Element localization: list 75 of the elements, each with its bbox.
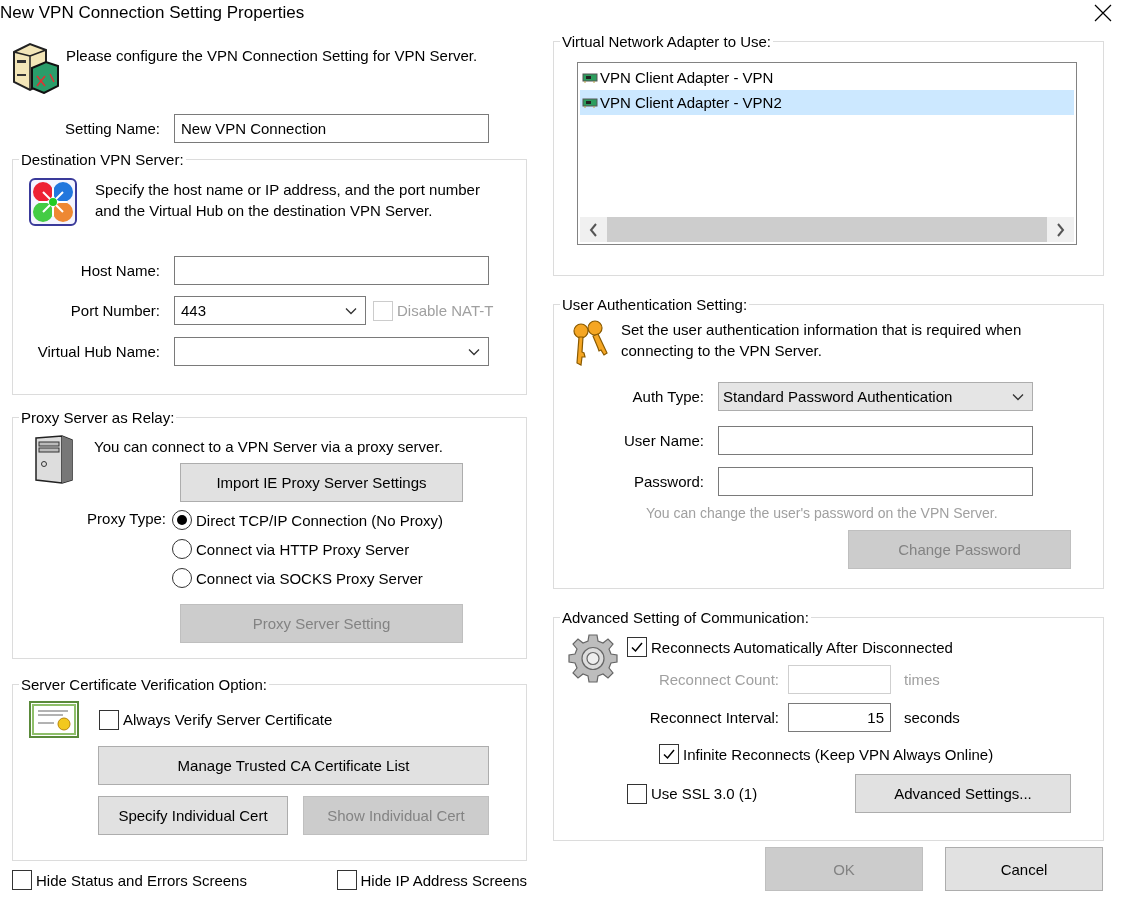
chevron-icon xyxy=(345,306,357,315)
specify-cert-button[interactable]: Specify Individual Cert xyxy=(98,796,288,835)
horizontal-scrollbar[interactable] xyxy=(580,217,1074,242)
field-label: Setting Name: xyxy=(63,120,160,137)
group-title: Proxy Server as Relay: xyxy=(21,409,175,426)
field-label: Proxy Type: xyxy=(86,510,166,527)
checkbox-label: Disable NAT-T xyxy=(397,302,494,319)
field-label: Auth Type: xyxy=(631,388,704,405)
close-icon[interactable] xyxy=(1094,4,1112,22)
checkbox-label: Hide Status and Errors Screens xyxy=(36,871,247,889)
checkbox[interactable] xyxy=(659,744,679,764)
checkbox-label: Infinite Reconnects (Keep VPN Always Online) xyxy=(683,745,994,763)
field-label: User Name: xyxy=(622,432,704,449)
checkbox-label: Always Verify Server Certificate xyxy=(123,711,333,728)
intro-text: Please configure the VPN Connection Setting for VPN Server. xyxy=(66,47,478,64)
unit-label: times xyxy=(904,671,940,688)
list-item[interactable]: VPN Client Adapter - VPN xyxy=(580,65,1074,90)
checkbox[interactable] xyxy=(627,783,647,804)
checkbox-label: Reconnects Automatically After Disconnected xyxy=(651,638,953,656)
field-label: Reconnect Interval: xyxy=(648,709,779,726)
checkmark-icon xyxy=(662,747,676,761)
description-text: Specify the host name or IP address, and the port number and the Virtual Hub on the destination VPN Server. xyxy=(95,180,480,221)
window-title: New VPN Connection Setting Properties xyxy=(0,3,305,23)
gear-icon xyxy=(568,633,618,683)
import-button[interactable]: Import IE Proxy Server Settings xyxy=(180,463,463,502)
list-item[interactable]: VPN Client Adapter - VPN2 xyxy=(580,90,1074,115)
group-title: Server Certificate Verification Option: xyxy=(21,676,267,693)
checkbox-label: Hide IP Address Screens xyxy=(360,871,527,889)
adapter-list[interactable]: VPN Client Adapter - VPN VPN Client Adapter - VPN2 xyxy=(577,62,1077,245)
server-icon xyxy=(10,42,60,94)
unit-label: seconds xyxy=(904,709,960,726)
chevron-icon xyxy=(1012,392,1024,401)
radio-button[interactable] xyxy=(172,510,192,530)
radio-button[interactable] xyxy=(172,568,192,588)
group-title: Virtual Network Adapter to Use: xyxy=(562,33,771,50)
scroll-right-icon[interactable] xyxy=(1056,222,1065,237)
group-title: Advanced Setting of Communication: xyxy=(562,609,809,626)
description-text: You can connect to a VPN Server via a proxy server. xyxy=(94,438,443,455)
radio-button[interactable] xyxy=(172,539,192,559)
group-title: User Authentication Setting: xyxy=(562,296,748,313)
description-text: Set the user authentication information that is required when connecting to the VPN Server. xyxy=(621,320,1022,361)
manage-certificates-button[interactable]: Manage Trusted CA Certificate List xyxy=(98,746,489,785)
cancel-button[interactable]: Cancel xyxy=(945,847,1103,891)
checkmark-icon xyxy=(630,640,644,654)
field-label: Reconnect Count: xyxy=(657,671,779,688)
text-field[interactable]: New VPN Connection xyxy=(174,114,489,143)
hint-text: You can change the user's password on the VPN Server. xyxy=(646,505,998,521)
chevron-icon xyxy=(468,347,480,356)
checkbox[interactable] xyxy=(99,709,119,730)
text-field[interactable] xyxy=(174,256,489,285)
advanced-settings-button[interactable]: Advanced Settings... xyxy=(855,774,1071,813)
field-label: Host Name: xyxy=(79,262,160,279)
radio-label: Connect via SOCKS Proxy Server xyxy=(196,569,423,587)
checkbox[interactable] xyxy=(627,637,647,657)
field-label: Port Number: xyxy=(69,302,160,319)
network-card-icon xyxy=(582,71,598,84)
certificate-icon xyxy=(29,701,79,738)
group-title: Destination VPN Server: xyxy=(21,151,184,168)
network-card-icon xyxy=(582,96,598,109)
scroll-left-icon[interactable] xyxy=(589,222,598,237)
text-field[interactable] xyxy=(718,467,1033,496)
dropdown[interactable]: Standard Password Authentication xyxy=(718,382,1033,411)
computer-tower-icon xyxy=(34,434,74,484)
field-label: Password: xyxy=(632,473,704,490)
dropdown[interactable] xyxy=(174,337,489,366)
radio-label: Connect via HTTP Proxy Server xyxy=(196,540,410,558)
checkbox[interactable] xyxy=(336,870,357,890)
dropdown[interactable]: 443 xyxy=(174,296,366,325)
radio-label: Direct TCP/IP Connection (No Proxy) xyxy=(196,511,444,529)
text-field[interactable] xyxy=(718,426,1033,455)
network-icon xyxy=(29,178,77,226)
checkbox[interactable] xyxy=(12,870,32,890)
field-label: Virtual Hub Name: xyxy=(36,343,160,360)
text-field[interactable]: 15 xyxy=(788,703,891,732)
checkbox-label: Use SSL 3.0 (1) xyxy=(651,785,758,802)
